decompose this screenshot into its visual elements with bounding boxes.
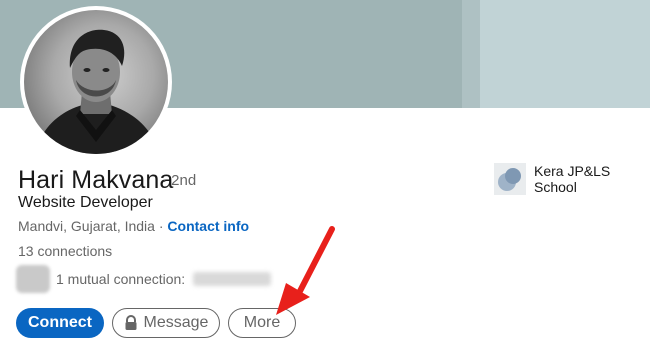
- profile-avatar[interactable]: [20, 6, 172, 158]
- company-name: Kera JP&LS School: [534, 163, 611, 195]
- message-button-label: Message: [143, 314, 209, 331]
- mutual-connection-text: 1 mutual connection:: [56, 271, 186, 287]
- message-button[interactable]: Message: [112, 308, 220, 338]
- connect-button[interactable]: Connect: [16, 308, 104, 338]
- location-text: Mandvi, Gujarat, India ·: [18, 218, 168, 234]
- lock-icon: [124, 315, 138, 331]
- current-company[interactable]: Kera JP&LS School: [494, 163, 650, 195]
- location-row: Mandvi, Gujarat, India · Contact info: [18, 218, 249, 234]
- profile-name: Hari Makvana: [18, 166, 174, 194]
- red-arrow-icon: [276, 226, 335, 315]
- mutual-avatar: [16, 265, 50, 293]
- contact-info-link[interactable]: Contact info: [167, 218, 249, 234]
- connections-count[interactable]: 13 connections: [18, 243, 112, 259]
- mutual-connections[interactable]: 1 mutual connection:: [16, 265, 272, 293]
- company-logo-icon: [494, 163, 526, 195]
- connection-degree: · 2nd: [162, 172, 197, 189]
- profile-headline: Website Developer: [18, 194, 153, 211]
